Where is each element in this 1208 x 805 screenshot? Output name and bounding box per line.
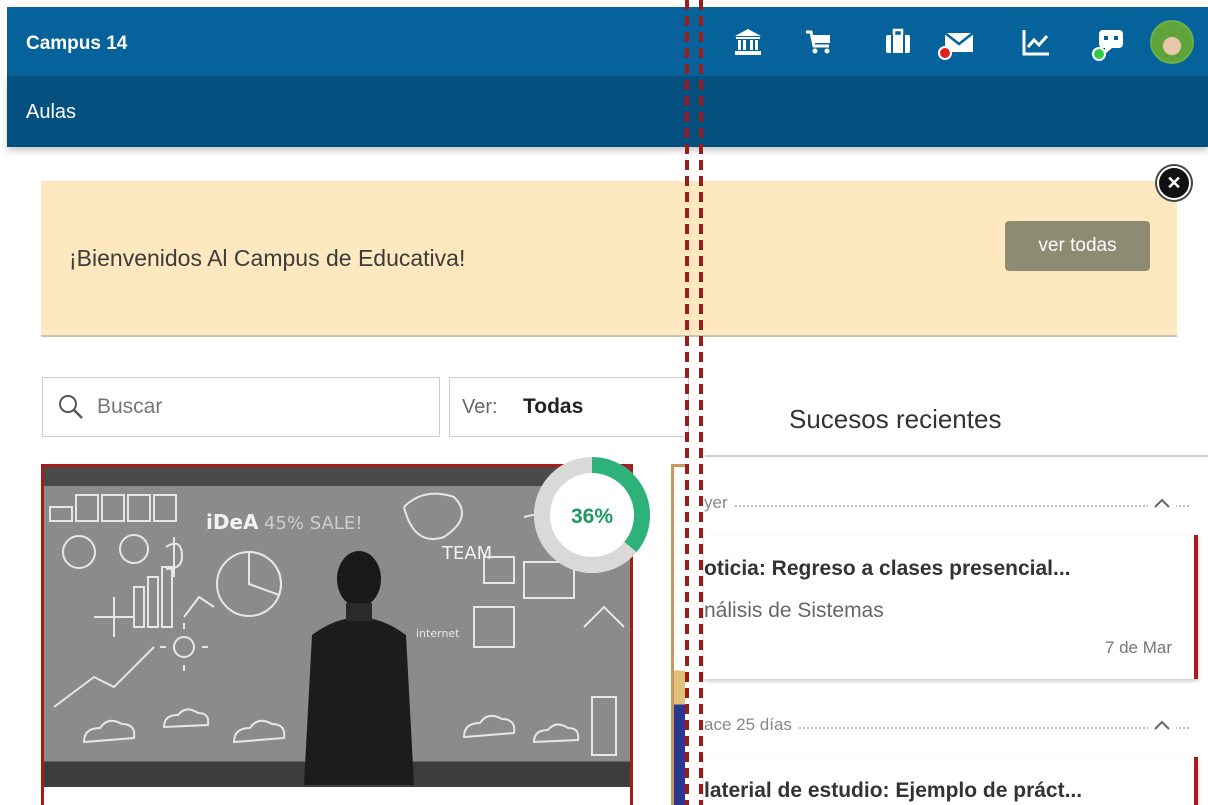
- event-group-header[interactable]: yer: [704, 489, 1208, 519]
- course-progress-ring: 36%: [534, 457, 650, 573]
- avatar[interactable]: [1150, 20, 1194, 64]
- recent-events-divider: [705, 455, 1208, 457]
- dotted-line: [704, 505, 1189, 507]
- chat-bot-icon[interactable]: [1088, 21, 1130, 63]
- svg-text:TEAM: TEAM: [441, 543, 492, 564]
- section-title: Aulas: [26, 101, 77, 123]
- dashed-divider-left: [685, 0, 689, 805]
- announcement-text: ¡Bienvenidos Al Campus de Educativa!: [69, 245, 466, 271]
- event-group-label: ace 25 días: [704, 715, 798, 735]
- chat-status-dot: [1092, 47, 1106, 61]
- recent-events-title: Sucesos recientes: [789, 404, 1002, 434]
- event-title[interactable]: oticia: Regreso a clases presencial...: [704, 557, 1071, 581]
- mail-notification-dot: [938, 46, 952, 60]
- section-bar: Aulas: [7, 76, 1208, 147]
- search-icon: [57, 393, 85, 426]
- svg-text:iDeA: iDeA: [206, 510, 259, 534]
- mail-icon[interactable]: [937, 21, 979, 63]
- view-all-button[interactable]: ver todas: [1005, 221, 1150, 271]
- close-icon[interactable]: ✕: [1157, 166, 1191, 200]
- event-group-label: yer: [704, 493, 734, 513]
- chevron-up-icon[interactable]: [1148, 489, 1176, 517]
- event-date: 7 de Mar: [1104, 638, 1172, 657]
- course-card-partial[interactable]: [671, 464, 685, 805]
- svg-text:45% SALE!: 45% SALE!: [264, 513, 362, 534]
- view-filter-select[interactable]: Ver: Todas: [449, 377, 689, 437]
- event-group-header[interactable]: ace 25 días: [704, 711, 1208, 741]
- svg-text:internet: internet: [416, 627, 460, 640]
- view-filter-label: Ver:: [462, 396, 498, 418]
- briefcase-icon[interactable]: [877, 21, 919, 63]
- chevron-up-icon[interactable]: [1148, 711, 1176, 739]
- chart-icon[interactable]: [1015, 21, 1057, 63]
- view-filter-value: Todas: [523, 395, 584, 418]
- top-bar: Campus 14: [7, 7, 1208, 76]
- progress-label: 36%: [571, 505, 613, 528]
- event-subtitle: nálisis de Sistemas: [704, 599, 884, 622]
- announcement-banner: ¡Bienvenidos Al Campus de Educativa! ver…: [41, 181, 1177, 337]
- event-title[interactable]: laterial de estudio: Ejemplo de práct...: [704, 779, 1082, 803]
- event-card[interactable]: laterial de estudio: Ejemplo de práct...: [704, 757, 1198, 805]
- cart-icon[interactable]: [798, 21, 840, 63]
- app-title[interactable]: Campus 14: [26, 33, 127, 55]
- event-card[interactable]: oticia: Regreso a clases presencial... n…: [704, 535, 1198, 679]
- search-input[interactable]: [97, 392, 417, 422]
- person-illustration: [304, 551, 414, 785]
- search-box: [42, 377, 440, 437]
- dashed-divider-right: [699, 0, 703, 805]
- bank-icon[interactable]: [727, 21, 769, 63]
